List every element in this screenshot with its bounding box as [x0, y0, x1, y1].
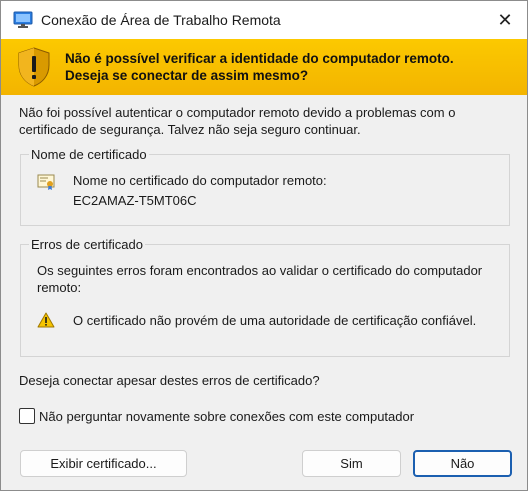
dont-ask-checkbox-row[interactable]: Não perguntar novamente sobre conexões c… [19, 408, 414, 424]
banner-line-1: Não é possível verificar a identidade do… [65, 51, 454, 66]
cert-errors-legend: Erros de certificado [29, 237, 145, 252]
warning-banner: Não é possível verificar a identidade do… [1, 39, 527, 95]
yes-button[interactable]: Sim [302, 450, 401, 477]
question-text: Deseja conectar apesar destes erros de c… [19, 373, 320, 388]
cert-error-item: O certificado não provém de uma autorida… [73, 313, 477, 328]
certificate-icon [37, 174, 55, 190]
warning-shield-icon [18, 47, 50, 87]
intro-text: Não foi possível autenticar o computador… [19, 105, 456, 137]
close-button[interactable]: ✕ [489, 5, 521, 35]
cert-name-group: Nome de certificado Nome no certificado … [20, 147, 510, 226]
view-certificate-button[interactable]: Exibir certificado... [20, 450, 187, 477]
dialog-window: Conexão de Área de Trabalho Remota ✕ Não… [0, 0, 528, 491]
banner-text: Não é possível verificar a identidade do… [65, 50, 515, 84]
cert-name-label: Nome no certificado do computador remoto… [73, 173, 327, 188]
warning-triangle-icon [37, 312, 55, 328]
dont-ask-label[interactable]: Não perguntar novamente sobre conexões c… [39, 409, 414, 424]
banner-line-2: Deseja se conectar de assim mesmo? [65, 68, 309, 83]
window-title: Conexão de Área de Trabalho Remota [41, 12, 281, 28]
cert-errors-description: Os seguintes erros foram encontrados ao … [37, 263, 483, 295]
cert-name-legend: Nome de certificado [29, 147, 149, 162]
cert-name-value: EC2AMAZ-T5MT06C [73, 193, 197, 208]
no-button[interactable]: Não [413, 450, 512, 477]
remote-desktop-icon [13, 11, 33, 28]
title-bar: Conexão de Área de Trabalho Remota ✕ [1, 1, 527, 39]
close-icon: ✕ [497, 9, 513, 30]
dont-ask-checkbox[interactable] [19, 408, 35, 424]
cert-errors-group: Erros de certificado Os seguintes erros … [20, 237, 510, 357]
